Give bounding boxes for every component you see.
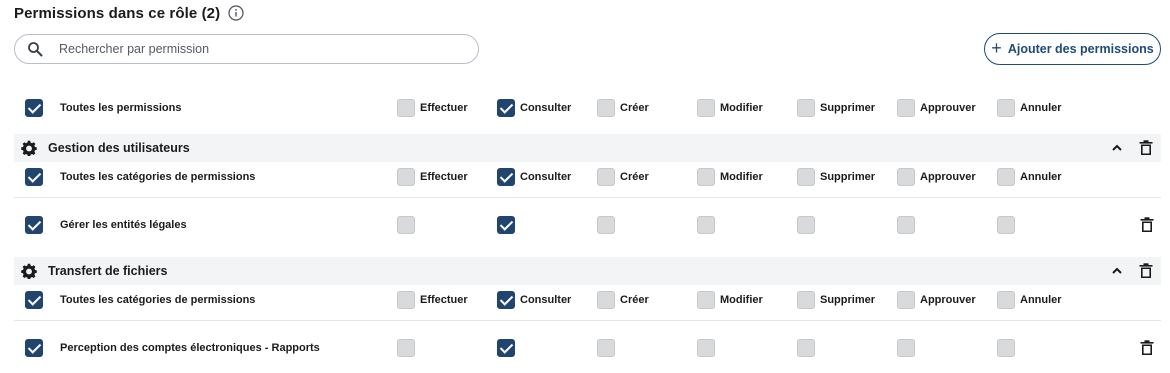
all-permissions-effectuer-label: Effectuer xyxy=(420,102,468,114)
all-permissions-consulter-checkbox[interactable] xyxy=(497,99,515,117)
section-0-all-annuler-checkbox[interactable] xyxy=(997,168,1015,186)
section-0-item-0-consulter-checkbox[interactable] xyxy=(497,216,515,234)
section-delete-icon[interactable] xyxy=(1139,263,1153,279)
all-permissions-consulter-label: Consulter xyxy=(520,102,572,114)
search-icon xyxy=(28,42,43,57)
chevron-up-icon[interactable] xyxy=(1111,142,1123,154)
section-0-item-0-delete-icon[interactable] xyxy=(1140,217,1154,233)
all-permissions-annuler-checkbox[interactable] xyxy=(997,99,1015,117)
section-0-all-effectuer-label: Effectuer xyxy=(420,171,468,183)
section-1-item-0-consulter-checkbox[interactable] xyxy=(497,339,515,357)
section-0-all-annuler-label: Annuler xyxy=(1020,171,1062,183)
section-title: Transfert de fichiers xyxy=(48,264,168,278)
section-0-item-0-checkbox[interactable] xyxy=(25,216,43,234)
section-0-all-modifier-checkbox[interactable] xyxy=(697,168,715,186)
divider xyxy=(14,197,1161,198)
section-0-all-label: Toutes les catégories de permissions xyxy=(60,171,256,183)
section-0-all-modifier-label: Modifier xyxy=(720,171,763,183)
all-permissions-modifier-checkbox[interactable] xyxy=(697,99,715,117)
section-1-item-0-modifier-checkbox[interactable] xyxy=(697,339,715,357)
section-0-all-checkbox[interactable] xyxy=(25,168,43,186)
section-1-all-créer-checkbox[interactable] xyxy=(597,291,615,309)
add-permissions-label: Ajouter des permissions xyxy=(1007,42,1154,56)
section-0-all-effectuer-checkbox[interactable] xyxy=(397,168,415,186)
all-permissions-approuver-label: Approuver xyxy=(920,102,976,114)
all-permissions-modifier-label: Modifier xyxy=(720,102,763,114)
header: Permissions dans ce rôle (2) xyxy=(14,3,244,23)
section-1-all-supprimer-checkbox[interactable] xyxy=(797,291,815,309)
section-title: Gestion des utilisateurs xyxy=(48,141,190,155)
section-0-all-approuver-label: Approuver xyxy=(920,171,976,183)
section-1-all-approuver-checkbox[interactable] xyxy=(897,291,915,309)
section-1-item-0-annuler-checkbox[interactable] xyxy=(997,339,1015,357)
section-0-item-0-modifier-checkbox[interactable] xyxy=(697,216,715,234)
all-permissions-effectuer-checkbox[interactable] xyxy=(397,99,415,117)
section-1-all-effectuer-checkbox[interactable] xyxy=(397,291,415,309)
section-delete-icon[interactable] xyxy=(1139,140,1153,156)
section-0-item-0-approuver-checkbox[interactable] xyxy=(897,216,915,234)
section-1-all-supprimer-label: Supprimer xyxy=(820,294,876,306)
chevron-up-icon[interactable] xyxy=(1111,265,1123,277)
section-1-item-0-supprimer-checkbox[interactable] xyxy=(797,339,815,357)
section-header-1: Transfert de fichiers xyxy=(14,257,1161,285)
section-1-all-consulter-label: Consulter xyxy=(520,294,572,306)
all-permissions-label: Toutes les permissions xyxy=(60,102,182,114)
all-permissions-annuler-label: Annuler xyxy=(1020,102,1062,114)
all-permissions-créer-label: Créer xyxy=(620,102,649,114)
section-1-all-consulter-checkbox[interactable] xyxy=(497,291,515,309)
section-0-item-0-supprimer-checkbox[interactable] xyxy=(797,216,815,234)
section-1-item-0-label: Perception des comptes électroniques - R… xyxy=(60,342,320,354)
section-0-all-créer-checkbox[interactable] xyxy=(597,168,615,186)
section-0-all-supprimer-label: Supprimer xyxy=(820,171,876,183)
section-header-0: Gestion des utilisateurs xyxy=(14,134,1161,162)
gear-icon xyxy=(21,140,37,156)
all-permissions-supprimer-checkbox[interactable] xyxy=(797,99,815,117)
all-permissions-approuver-checkbox[interactable] xyxy=(897,99,915,117)
search-input[interactable] xyxy=(59,42,439,56)
section-1-all-modifier-label: Modifier xyxy=(720,294,763,306)
section-0-item-0-label: Gérer les entités légales xyxy=(60,219,187,231)
all-permissions-checkbox[interactable] xyxy=(25,99,43,117)
section-1-all-approuver-label: Approuver xyxy=(920,294,976,306)
plus-icon: + xyxy=(991,38,1002,58)
section-1-all-annuler-label: Annuler xyxy=(1020,294,1062,306)
section-1-all-annuler-checkbox[interactable] xyxy=(997,291,1015,309)
all-permissions-supprimer-label: Supprimer xyxy=(820,102,876,114)
section-1-all-modifier-checkbox[interactable] xyxy=(697,291,715,309)
page-title: Permissions dans ce rôle (2) xyxy=(14,4,221,22)
divider xyxy=(14,320,1161,321)
all-permissions-créer-checkbox[interactable] xyxy=(597,99,615,117)
section-1-all-créer-label: Créer xyxy=(620,294,649,306)
search-box[interactable] xyxy=(14,34,479,64)
section-1-item-0-checkbox[interactable] xyxy=(25,339,43,357)
section-0-item-0-effectuer-checkbox[interactable] xyxy=(397,216,415,234)
section-0-item-0-annuler-checkbox[interactable] xyxy=(997,216,1015,234)
gear-icon xyxy=(21,263,37,279)
section-1-item-0-effectuer-checkbox[interactable] xyxy=(397,339,415,357)
section-0-all-supprimer-checkbox[interactable] xyxy=(797,168,815,186)
section-1-item-0-delete-icon[interactable] xyxy=(1140,340,1154,356)
add-permissions-button[interactable]: + Ajouter des permissions xyxy=(984,33,1161,65)
section-1-all-checkbox[interactable] xyxy=(25,291,43,309)
section-1-item-0-créer-checkbox[interactable] xyxy=(597,339,615,357)
info-icon[interactable] xyxy=(228,5,244,21)
section-0-all-approuver-checkbox[interactable] xyxy=(897,168,915,186)
section-1-all-label: Toutes les catégories de permissions xyxy=(60,294,256,306)
section-0-all-consulter-checkbox[interactable] xyxy=(497,168,515,186)
section-0-all-créer-label: Créer xyxy=(620,171,649,183)
section-1-item-0-approuver-checkbox[interactable] xyxy=(897,339,915,357)
section-0-all-consulter-label: Consulter xyxy=(520,171,572,183)
section-0-item-0-créer-checkbox[interactable] xyxy=(597,216,615,234)
section-1-all-effectuer-label: Effectuer xyxy=(420,294,468,306)
